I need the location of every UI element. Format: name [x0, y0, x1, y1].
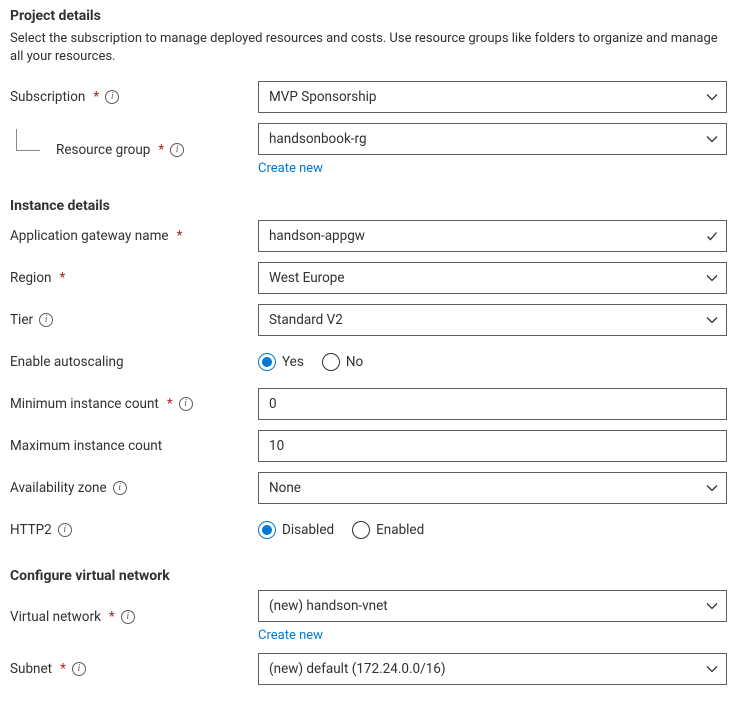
subscription-select[interactable]: MVP Sponsorship	[258, 81, 727, 113]
radio-circle-icon	[322, 353, 340, 371]
autoscaling-no-radio[interactable]: No	[322, 353, 363, 371]
autoscaling-label: Enable autoscaling	[10, 354, 124, 370]
min-count-input[interactable]: 0	[258, 388, 727, 420]
availability-zone-value: None	[269, 480, 301, 496]
max-count-input[interactable]: 10	[258, 430, 727, 462]
info-icon[interactable]: i	[121, 610, 135, 624]
chevron-down-icon	[706, 133, 718, 145]
indent-connector-icon	[16, 129, 40, 151]
chevron-down-icon	[706, 91, 718, 103]
subnet-row: Subnet * i (new) default (172.24.0.0/16)	[10, 653, 727, 685]
region-row: Region * West Europe	[10, 262, 727, 294]
project-details-description: Select the subscription to manage deploy…	[10, 30, 727, 65]
http2-row: HTTP2 i Disabled Enabled	[10, 514, 727, 546]
info-icon[interactable]: i	[113, 481, 127, 495]
subnet-select-value: (new) default (172.24.0.0/16)	[269, 661, 446, 677]
info-icon[interactable]: i	[105, 90, 119, 104]
subscription-row: Subscription * i MVP Sponsorship	[10, 81, 727, 113]
required-indicator: *	[60, 661, 66, 677]
resource-group-create-new-link[interactable]: Create new	[258, 161, 323, 176]
subscription-select-value: MVP Sponsorship	[269, 89, 377, 105]
radio-dot-icon	[262, 525, 272, 535]
autoscaling-yes-label: Yes	[282, 354, 304, 370]
info-icon[interactable]: i	[170, 143, 184, 157]
http2-disabled-label: Disabled	[282, 522, 334, 538]
region-select[interactable]: West Europe	[258, 262, 727, 294]
chevron-down-icon	[706, 482, 718, 494]
max-count-value: 10	[269, 438, 284, 454]
max-count-label: Maximum instance count	[10, 438, 162, 454]
vnet-select[interactable]: (new) handson-vnet	[258, 590, 727, 622]
vnet-create-new-link[interactable]: Create new	[258, 628, 323, 643]
region-label: Region	[10, 270, 52, 286]
http2-radio-group: Disabled Enabled	[258, 514, 727, 546]
info-icon[interactable]: i	[72, 662, 86, 676]
autoscaling-radio-group: Yes No	[258, 346, 727, 378]
info-icon[interactable]: i	[39, 313, 53, 327]
virtual-network-section: Configure virtual network Virtual networ…	[10, 568, 727, 685]
min-count-label: Minimum instance count	[10, 396, 159, 412]
required-indicator: *	[177, 228, 183, 244]
resource-group-label-text: Resource group	[56, 142, 150, 158]
tier-select[interactable]: Standard V2	[258, 304, 727, 336]
min-count-value: 0	[269, 396, 277, 412]
availability-zone-select[interactable]: None	[258, 472, 727, 504]
min-count-row: Minimum instance count * i 0	[10, 388, 727, 420]
vnet-label: Virtual network	[10, 609, 101, 625]
subnet-label: Subnet	[10, 661, 52, 677]
region-select-value: West Europe	[269, 270, 345, 286]
max-count-row: Maximum instance count 10	[10, 430, 727, 462]
chevron-down-icon	[706, 272, 718, 284]
required-indicator: *	[109, 609, 115, 625]
vnet-select-value: (new) handson-vnet	[269, 598, 388, 614]
gateway-name-value: handson-appgw	[269, 228, 365, 244]
checkmark-icon	[706, 230, 718, 242]
autoscaling-row: Enable autoscaling Yes No	[10, 346, 727, 378]
autoscaling-yes-radio[interactable]: Yes	[258, 353, 304, 371]
availability-zone-label: Availability zone	[10, 480, 107, 496]
required-indicator: *	[158, 142, 164, 158]
chevron-down-icon	[706, 600, 718, 612]
required-indicator: *	[93, 89, 99, 105]
resource-group-select-value: handsonbook-rg	[269, 131, 367, 147]
instance-details-section: Instance details Application gateway nam…	[10, 198, 727, 546]
radio-circle-icon	[258, 353, 276, 371]
http2-disabled-radio[interactable]: Disabled	[258, 521, 334, 539]
subnet-select[interactable]: (new) default (172.24.0.0/16)	[258, 653, 727, 685]
gateway-name-row: Application gateway name * handson-appgw	[10, 220, 727, 252]
chevron-down-icon	[706, 663, 718, 675]
instance-details-heading: Instance details	[10, 198, 727, 214]
chevron-down-icon	[706, 314, 718, 326]
resource-group-label: Resource group * i	[10, 142, 258, 158]
subscription-label-text: Subscription	[10, 89, 85, 105]
radio-circle-icon	[258, 521, 276, 539]
gateway-name-input[interactable]: handson-appgw	[258, 220, 727, 252]
project-details-section: Project details Select the subscription …	[10, 8, 727, 176]
tier-label: Tier	[10, 312, 33, 328]
tier-select-value: Standard V2	[269, 312, 343, 328]
radio-dot-icon	[262, 357, 272, 367]
resource-group-select[interactable]: handsonbook-rg	[258, 123, 727, 155]
resource-group-row: Resource group * i handsonbook-rg Create…	[10, 123, 727, 176]
http2-enabled-label: Enabled	[376, 522, 424, 538]
required-indicator: *	[60, 270, 66, 286]
radio-circle-icon	[352, 521, 370, 539]
info-icon[interactable]: i	[179, 397, 193, 411]
vnet-row: Virtual network * i (new) handson-vnet C…	[10, 590, 727, 643]
required-indicator: *	[167, 396, 173, 412]
http2-label: HTTP2	[10, 522, 52, 538]
autoscaling-no-label: No	[346, 354, 363, 370]
subscription-label: Subscription * i	[10, 89, 258, 105]
gateway-name-label: Application gateway name	[10, 228, 169, 244]
project-details-heading: Project details	[10, 8, 727, 24]
http2-enabled-radio[interactable]: Enabled	[352, 521, 424, 539]
virtual-network-heading: Configure virtual network	[10, 568, 727, 584]
tier-row: Tier i Standard V2	[10, 304, 727, 336]
availability-zone-row: Availability zone i None	[10, 472, 727, 504]
info-icon[interactable]: i	[58, 523, 72, 537]
